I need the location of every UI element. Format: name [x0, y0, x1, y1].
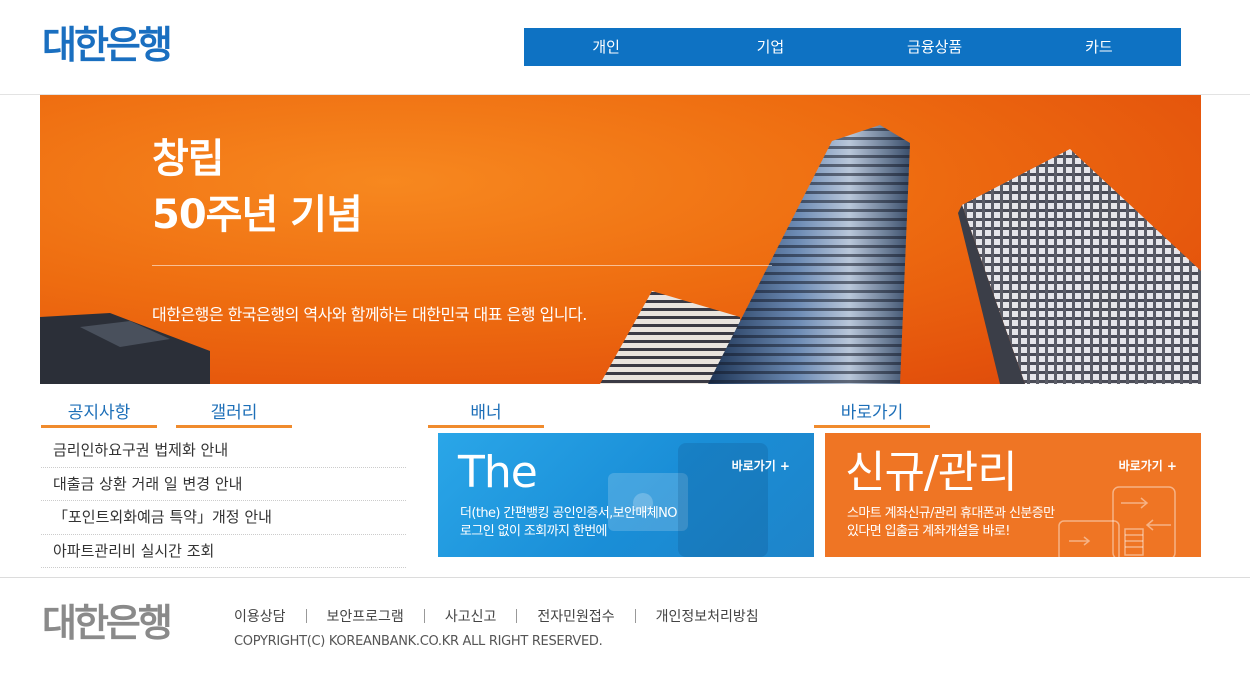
hero-title-line2: 50주년 기념: [152, 192, 363, 238]
hero-banner: 창립 50주년 기념 대한은행은 한국은행의 역사와 함께하는 대한민국 대표 …: [40, 95, 1201, 384]
banner-orange-desc-line1: 스마트 계좌신규/관리 휴대폰과 신분증만: [847, 506, 1055, 521]
banner-blue-desc: 더(the) 간편뱅킹 공인인증서,보안매체NO 로그인 없이 조회까지 한번에: [460, 505, 677, 541]
header: 대한은행 개인 기업 금융상품 카드: [0, 0, 1250, 95]
nav-item-card[interactable]: 카드: [1017, 28, 1181, 66]
banner-blue-desc-line1: 더(the) 간편뱅킹 공인인증서,보안매체NO: [460, 506, 677, 521]
banner-orange-title: 신규/관리: [845, 447, 1018, 498]
footer-logo: 대한은행: [42, 601, 173, 645]
notice-item[interactable]: 금리인하요구권 법제화 안내: [41, 434, 406, 468]
footer-divider: [305, 609, 307, 623]
tab-shortcut[interactable]: 바로가기: [814, 398, 930, 428]
footer-link-consult[interactable]: 이용상담: [234, 606, 286, 626]
notice-list: 금리인하요구권 법제화 안내 대출금 상환 거래 일 변경 안내 「포인트외화예…: [41, 434, 406, 568]
nav-item-products[interactable]: 금융상품: [853, 28, 1017, 66]
hero-title: 창립 50주년 기념: [152, 131, 363, 243]
tab-banner[interactable]: 배너: [428, 398, 544, 428]
copyright-text: COPYRIGHT(C) KOREANBANK.CO.KR ALL RIGHT …: [234, 634, 603, 649]
banner-blue-go-link[interactable]: 바로가기 +: [732, 457, 790, 474]
logo[interactable]: 대한은행: [42, 22, 173, 68]
footer-link-report[interactable]: 사고신고: [445, 606, 497, 626]
footer-link-privacy[interactable]: 개인정보처리방침: [656, 606, 759, 626]
banner-orange-desc: 스마트 계좌신규/관리 휴대폰과 신분증만 있다면 입출금 계좌개설을 바로!: [847, 505, 1055, 541]
hero-title-line1: 창립: [152, 136, 225, 182]
notice-item[interactable]: 대출금 상환 거래 일 변경 안내: [41, 468, 406, 501]
footer-divider: [423, 609, 425, 623]
footer-divider: [516, 609, 518, 623]
footer-links: 이용상담 보안프로그램 사고신고 전자민원접수 개인정보처리방침: [234, 606, 759, 626]
footer-divider: [634, 609, 636, 623]
banner-account-open[interactable]: 신규/관리 바로가기 + 스마트 계좌신규/관리 휴대폰과 신분증만 있다면 입…: [825, 433, 1201, 557]
notice-item[interactable]: 아파트관리비 실시간 조회: [41, 535, 406, 568]
hero-divider: [152, 265, 772, 266]
main-nav: 개인 기업 금융상품 카드: [524, 28, 1181, 66]
nav-item-personal[interactable]: 개인: [524, 28, 688, 66]
banner-blue-title: The: [458, 447, 538, 498]
banner-blue-desc-line2: 로그인 없이 조회까지 한번에: [460, 524, 608, 539]
banner-orange-go-link[interactable]: 바로가기 +: [1119, 457, 1177, 474]
footer: 대한은행 이용상담 보안프로그램 사고신고 전자민원접수 개인정보처리방침 CO…: [0, 577, 1250, 685]
banner-orange-desc-line2: 있다면 입출금 계좌개설을 바로!: [847, 524, 1010, 539]
footer-link-complaint[interactable]: 전자민원접수: [537, 606, 614, 626]
footer-link-security[interactable]: 보안프로그램: [327, 606, 404, 626]
notice-item[interactable]: 「포인트외화예금 특약」개정 안내: [41, 501, 406, 535]
hero-subtitle: 대한은행은 한국은행의 역사와 함께하는 대한민국 대표 은행 입니다.: [152, 305, 587, 324]
banner-simple-banking[interactable]: The 바로가기 + 더(the) 간편뱅킹 공인인증서,보안매체NO 로그인 …: [438, 433, 814, 557]
tab-notice[interactable]: 공지사항: [41, 398, 157, 428]
tab-gallery[interactable]: 갤러리: [176, 398, 292, 428]
nav-item-business[interactable]: 기업: [688, 28, 852, 66]
